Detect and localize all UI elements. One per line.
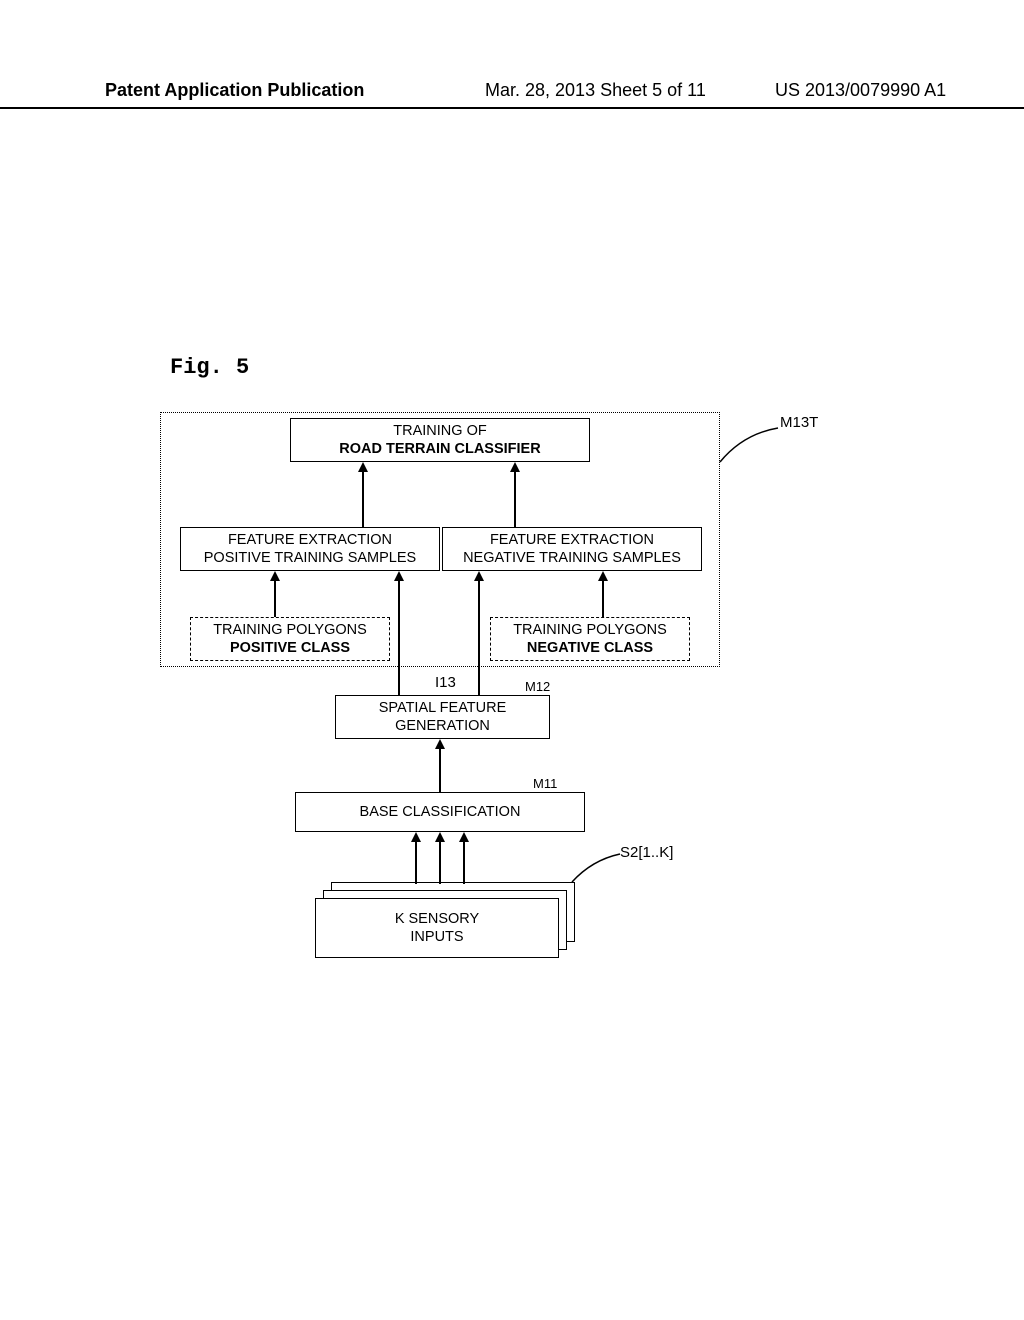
box-base-classification: BASE CLASSIFICATION <box>295 792 585 832</box>
page-header: Patent Application Publication Mar. 28, … <box>0 80 1024 109</box>
base-class-text: BASE CLASSIFICATION <box>360 803 521 821</box>
feat-pos-l2: POSITIVE TRAINING SAMPLES <box>204 549 416 567</box>
label-m13t: M13T <box>780 414 818 431</box>
road-terrain-classifier-text: ROAD TERRAIN CLASSIFIER <box>339 440 540 458</box>
label-m12: M12 <box>525 679 550 694</box>
arrow-sensory-to-base-1 <box>409 832 423 884</box>
arrow-feat-pos-to-training <box>356 462 370 528</box>
header-left: Patent Application Publication <box>0 80 485 101</box>
header-mid: Mar. 28, 2013 Sheet 5 of 11 <box>485 80 745 101</box>
box-training-polygons-negative: TRAINING POLYGONS NEGATIVE CLASS <box>490 617 690 661</box>
arrow-feat-neg-to-training <box>508 462 522 528</box>
poly-pos-l1: TRAINING POLYGONS <box>213 621 367 639</box>
box-spatial-feature-generation: SPATIAL FEATURE GENERATION <box>335 695 550 739</box>
arrow-spatial-to-feat-neg <box>472 571 486 695</box>
feat-neg-l1: FEATURE EXTRACTION <box>490 531 654 549</box>
box-training-of-road-terrain-classifier: TRAINING OF ROAD TERRAIN CLASSIFIER <box>290 418 590 462</box>
box-feature-extraction-negative: FEATURE EXTRACTION NEGATIVE TRAINING SAM… <box>442 527 702 571</box>
poly-pos-l2: POSITIVE CLASS <box>230 639 350 657</box>
poly-neg-l1: TRAINING POLYGONS <box>513 621 667 639</box>
label-m11: M11 <box>533 776 557 791</box>
k-sensory-l1: K SENSORY <box>395 910 479 928</box>
arrow-poly-neg-to-feat-neg <box>596 571 610 617</box>
figure-label: Fig. 5 <box>170 355 249 380</box>
diagram-stage: TRAINING OF ROAD TERRAIN CLASSIFIER FEAT… <box>160 412 860 992</box>
label-s2: S2[1..K] <box>620 844 673 861</box>
feat-pos-l1: FEATURE EXTRACTION <box>228 531 392 549</box>
arrow-sensory-to-base-2 <box>433 832 447 884</box>
label-i13: I13 <box>435 674 456 691</box>
arrow-poly-pos-to-feat-pos <box>268 571 282 617</box>
k-sensory-l2: INPUTS <box>410 928 463 946</box>
box-feature-extraction-positive: FEATURE EXTRACTION POSITIVE TRAINING SAM… <box>180 527 440 571</box>
spatial-l1: SPATIAL FEATURE <box>379 699 507 717</box>
box-k-sensory-inputs: K SENSORY INPUTS <box>315 882 575 960</box>
spatial-l2: GENERATION <box>395 717 490 735</box>
box-training-polygons-positive: TRAINING POLYGONS POSITIVE CLASS <box>190 617 390 661</box>
arrow-spatial-to-feat-pos <box>392 571 406 695</box>
training-of-text: TRAINING OF <box>393 422 486 440</box>
feat-neg-l2: NEGATIVE TRAINING SAMPLES <box>463 549 681 567</box>
arrow-sensory-to-base-3 <box>457 832 471 884</box>
arrow-base-to-spatial <box>433 739 447 793</box>
poly-neg-l2: NEGATIVE CLASS <box>527 639 653 657</box>
header-right: US 2013/0079990 A1 <box>745 80 1024 101</box>
